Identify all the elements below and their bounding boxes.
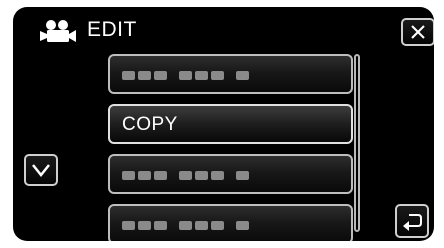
menu-item-copy[interactable]: COPY (108, 104, 353, 144)
menu-item-placeholder[interactable] (108, 54, 353, 94)
return-arrow-icon (403, 214, 422, 231)
placeholder-text (122, 170, 249, 180)
menu-item-label: COPY (122, 114, 178, 135)
placeholder-text (122, 70, 249, 80)
menu-scrollbar[interactable] (354, 54, 360, 232)
menu-item-placeholder[interactable] (108, 154, 353, 194)
close-icon (411, 25, 425, 39)
scroll-down-button[interactable] (24, 154, 58, 186)
movie-camera-icon (40, 20, 76, 42)
close-button[interactable] (401, 18, 434, 46)
chevron-down-icon (32, 164, 50, 177)
menu-item-placeholder[interactable] (108, 204, 353, 241)
page-title: EDIT (87, 18, 137, 41)
back-button[interactable] (395, 204, 429, 238)
camera-menu-screen: EDIT COPY (13, 7, 434, 241)
placeholder-text (122, 220, 249, 230)
menu-header: EDIT (13, 7, 434, 51)
